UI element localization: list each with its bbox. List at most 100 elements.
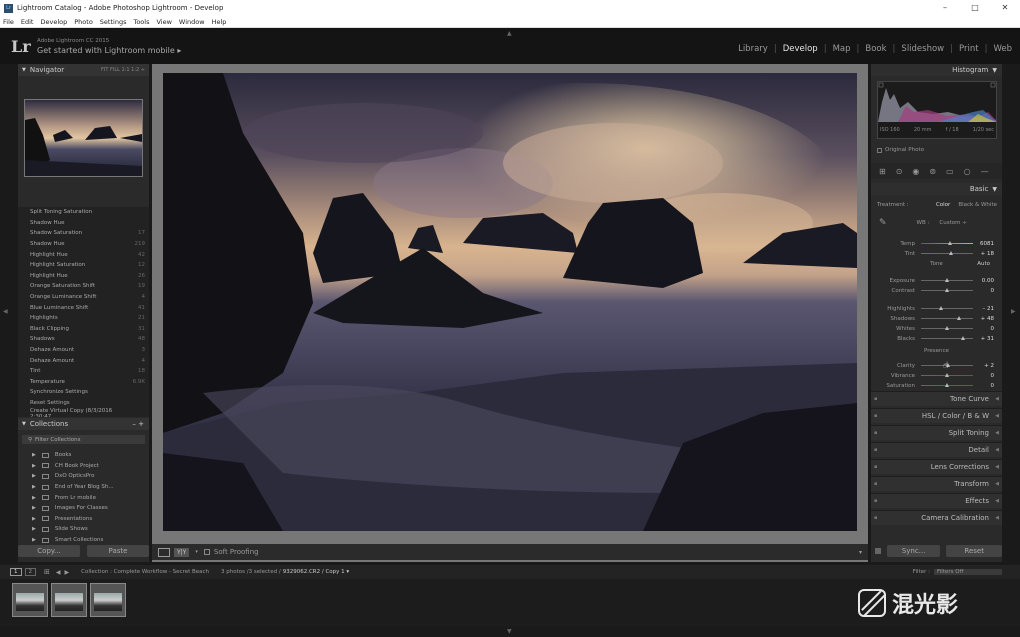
whites-slider-knob[interactable] (945, 326, 949, 330)
menu-photo[interactable]: Photo (74, 18, 93, 26)
navigator-preview[interactable] (24, 99, 143, 177)
grid-view-icon[interactable]: ⊞ (44, 568, 50, 576)
soft-proofing-checkbox[interactable] (203, 549, 210, 555)
saturation-slider[interactable] (921, 383, 973, 387)
loupe-view-icon[interactable] (158, 547, 170, 557)
current-file[interactable]: 9329062.CR2 / Copy 1 ▾ (283, 569, 349, 575)
section-tone-curve[interactable]: ▪ Tone Curve ◀ (871, 391, 1002, 406)
menu-view[interactable]: View (156, 18, 171, 26)
vibrance-value[interactable]: 0 (991, 373, 995, 379)
panel-switch-icon[interactable]: ▪ (874, 481, 877, 487)
shadows-slider[interactable] (921, 316, 973, 320)
clarity-value[interactable]: + 2 (984, 363, 994, 369)
paste-button[interactable]: Paste (87, 545, 149, 557)
original-photo-row[interactable]: Original Photo (871, 147, 1002, 153)
adjustment-brush-icon[interactable]: — (981, 167, 989, 176)
disclosure-triangle-icon[interactable]: ▶ (32, 526, 36, 532)
history-item[interactable]: Shadow Hue (18, 218, 149, 229)
disclosure-triangle-icon[interactable]: ▶ (32, 516, 36, 522)
red-eye-icon[interactable]: ⊚ (929, 167, 936, 176)
menu-help[interactable]: Help (212, 18, 227, 26)
history-item[interactable]: Synchronize Settings (18, 387, 149, 398)
spot-removal-icon[interactable]: ◉ (912, 167, 919, 176)
original-photo-checkbox[interactable] (877, 147, 882, 153)
saturation-slider-knob[interactable] (945, 383, 949, 387)
filmstrip-thumbnail[interactable] (12, 583, 48, 617)
second-window-button[interactable]: 2 (24, 568, 36, 576)
temp-slider[interactable] (921, 241, 973, 245)
section-transform[interactable]: ▪ Transform ◀ (871, 476, 1002, 491)
collapse-bottom-arrow-icon[interactable]: ▼ (507, 628, 512, 635)
disclosure-triangle-icon[interactable]: ▶ (32, 495, 36, 501)
radial-filter-icon[interactable]: ○ (964, 167, 971, 176)
crop-icon[interactable]: ⊙ (896, 167, 903, 176)
module-map[interactable]: Map (833, 44, 851, 54)
shadows-value[interactable]: + 48 (981, 316, 994, 322)
history-item[interactable]: Orange Luminance Shift 4 (18, 292, 149, 303)
tint-value[interactable]: + 18 (981, 251, 994, 257)
menu-edit[interactable]: Edit (21, 18, 34, 26)
auto-tone-button[interactable]: Auto (977, 261, 990, 267)
collapse-right-arrow-icon[interactable]: ▶ (1011, 308, 1016, 315)
vibrance-slider[interactable] (921, 373, 973, 377)
disclosure-triangle-icon[interactable]: ▶ (32, 473, 36, 479)
collection-set-item[interactable]: ▶ End of Year Blog Sh... (18, 482, 149, 493)
panel-switch-icon[interactable]: ▪ (874, 464, 877, 470)
basic-header[interactable]: Basic ▼ (871, 183, 1002, 195)
wb-eyedropper-icon[interactable]: ✎ (879, 218, 887, 228)
disclosure-triangle-icon[interactable]: ▶ (32, 505, 36, 511)
histogram-graph[interactable]: ISO 160 20 mm f / 18 1/20 sec (877, 81, 997, 139)
history-item[interactable]: Temperature 6.9K (18, 377, 149, 388)
copy-button[interactable]: Copy... (18, 545, 80, 557)
collection-set-item[interactable]: ▶ From Lr mobile (18, 492, 149, 503)
add-collection-icon[interactable]: – + (132, 420, 144, 428)
history-item[interactable]: Dehaze Amount 4 (18, 355, 149, 366)
before-after-button[interactable]: Y|Y (174, 547, 190, 557)
histogram-header[interactable]: Histogram ▼ (871, 64, 1002, 76)
collection-set-item[interactable]: ▶ Smart Collections (18, 535, 149, 546)
collapse-left-arrow-icon[interactable]: ◀ (3, 308, 8, 315)
exposure-value[interactable]: 0.00 (982, 278, 994, 284)
filmstrip-thumbnail[interactable] (51, 583, 87, 617)
whites-value[interactable]: 0 (991, 326, 995, 332)
whites-slider[interactable] (921, 326, 973, 330)
history-item[interactable]: Split Toning Saturation (18, 207, 149, 218)
module-book[interactable]: Book (865, 44, 886, 54)
module-print[interactable]: Print (959, 44, 979, 54)
disclosure-triangle-icon[interactable]: ▶ (32, 484, 36, 490)
main-photo[interactable] (163, 73, 857, 531)
menu-develop[interactable]: Develop (40, 18, 67, 26)
section-camera-calibration[interactable]: ▪ Camera Calibration ◀ (871, 510, 1002, 525)
history-item[interactable]: Black Clipping 31 (18, 324, 149, 335)
highlights-value[interactable]: – 21 (983, 306, 995, 312)
blacks-slider[interactable] (921, 336, 973, 340)
history-item[interactable]: Highlights 21 (18, 313, 149, 324)
history-list[interactable]: Split Toning Saturation Shadow Hue Shadow … (18, 207, 149, 417)
section-hsl-color-b-w[interactable]: ▪ HSL / Color / B & W ◀ (871, 408, 1002, 423)
module-library[interactable]: Library (738, 44, 768, 54)
reset-button[interactable]: Reset (946, 545, 1002, 557)
tint-slider[interactable] (921, 251, 973, 255)
minimize-button[interactable]: – (930, 0, 960, 16)
history-item[interactable]: Shadow Saturation 17 (18, 228, 149, 239)
treatment-color-option[interactable]: Color (936, 202, 950, 208)
highlights-slider-knob[interactable] (938, 306, 943, 310)
filmstrip-source[interactable]: Collection : Complete Workflow - Secret … (81, 569, 209, 575)
collection-set-item[interactable]: ▶ Images For Classes (18, 503, 149, 514)
exposure-slider-knob[interactable] (945, 278, 949, 282)
back-arrow-icon[interactable]: ◀ (56, 569, 61, 576)
navigator-header[interactable]: ▼ Navigator FIT FILL 1:1 1:2 ÷ (18, 64, 149, 76)
highlights-slider[interactable] (921, 306, 973, 310)
panel-switch-icon[interactable]: ▪ (874, 430, 877, 436)
collapse-top-arrow-icon[interactable]: ▲ (507, 30, 512, 37)
section-effects[interactable]: ▪ Effects ◀ (871, 493, 1002, 508)
toolbar-menu-icon[interactable]: ▾ (859, 549, 862, 556)
collections-header[interactable]: ▼ Collections – + (18, 418, 149, 430)
history-item[interactable]: Blue Luminance Shift 41 (18, 302, 149, 313)
panel-switch-icon[interactable]: ▪ (874, 515, 877, 521)
mobile-promo-link[interactable]: Get started with Lightroom mobile ▸ (37, 46, 181, 55)
collection-set-item[interactable]: ▶ DxO OpticsPro (18, 471, 149, 482)
blacks-value[interactable]: + 31 (981, 336, 994, 342)
temp-value[interactable]: 6081 (980, 241, 994, 247)
module-web[interactable]: Web (993, 44, 1012, 54)
